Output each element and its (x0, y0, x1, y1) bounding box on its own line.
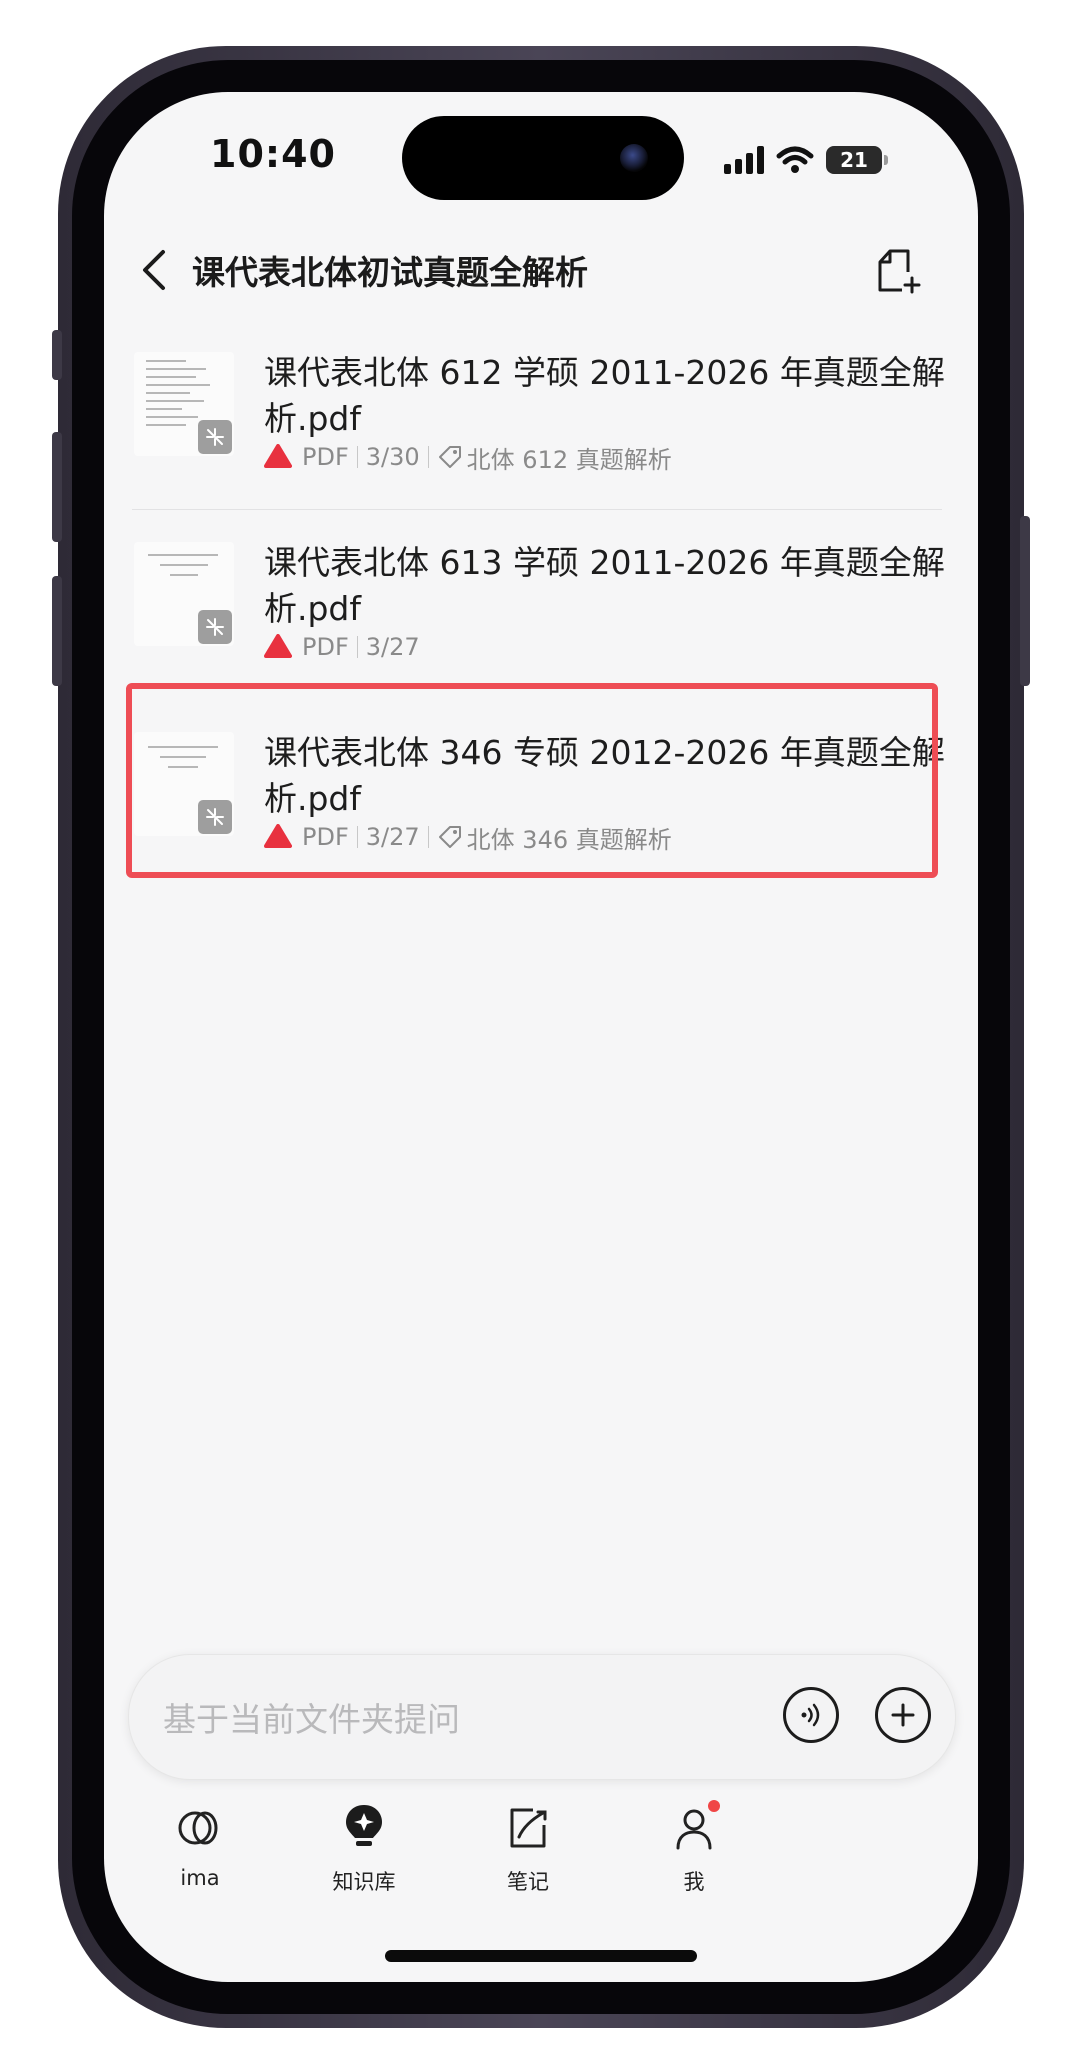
tab-label: 笔记 (507, 1870, 549, 1894)
status-icons: 21 (724, 138, 888, 182)
sparkle-off-icon (198, 420, 232, 454)
selection-highlight (126, 683, 938, 878)
sparkle-off-icon (198, 610, 232, 644)
tab-me[interactable]: 我 (634, 1798, 754, 1896)
notification-dot (708, 1800, 720, 1812)
chevron-left-icon (143, 250, 165, 290)
knowledge-bulb-icon (346, 1805, 382, 1846)
cellular-signal-icon (724, 146, 764, 174)
file-name: 课代表北体 612 学硕 2011-2026 年真题全解析.pdf (264, 353, 945, 438)
back-button[interactable] (124, 238, 184, 302)
tab-label: ima (180, 1866, 220, 1890)
home-indicator (385, 1950, 697, 1962)
file-item[interactable]: 课代表北体 613 学硕 2011-2026 年真题全解析.pdf PDF 3/… (104, 510, 978, 700)
pdf-icon (264, 634, 292, 658)
power-button (1020, 516, 1030, 686)
file-tag[interactable]: 北体 612 真题解析 (467, 440, 672, 475)
ima-logo-icon (178, 1811, 218, 1845)
volume-down-button (52, 576, 62, 686)
tab-ima[interactable]: ima (140, 1798, 260, 1890)
note-pen-icon (510, 1808, 547, 1848)
action-button (52, 330, 62, 380)
file-name: 课代表北体 613 学硕 2011-2026 年真题全解析.pdf (264, 543, 945, 628)
file-date: 3/30 (365, 443, 420, 471)
pdf-icon (264, 444, 292, 468)
voice-wave-icon (801, 1703, 820, 1727)
page-title: 课代表北体初试真题全解析 (192, 253, 588, 292)
ask-bar[interactable]: 基于当前文件夹提问 (128, 1654, 956, 1780)
file-date: 3/27 (365, 633, 420, 661)
tab-bar: ima 知识库 笔记 我 (104, 1798, 978, 1918)
dynamic-island (402, 116, 684, 200)
tab-knowledge-base[interactable]: 知识库 (304, 1798, 424, 1896)
ask-input-placeholder[interactable]: 基于当前文件夹提问 (163, 1693, 460, 1741)
tab-notes[interactable]: 笔记 (468, 1798, 588, 1896)
battery-level: 21 (840, 148, 868, 172)
volume-up-button (52, 432, 62, 542)
new-document-icon (878, 249, 921, 294)
add-button[interactable] (875, 1687, 931, 1743)
tab-label: 知识库 (332, 1870, 396, 1894)
screen: 10:40 21 课代表北体初试真题全解析 课代表北体 612 学硕 2011-… (104, 92, 978, 1982)
file-type: PDF (302, 443, 349, 471)
tag-icon (438, 446, 461, 468)
file-meta: PDF 3/27 (264, 630, 420, 664)
file-thumbnail (134, 352, 234, 456)
battery-icon: 21 (826, 146, 888, 174)
navigation-bar: 课代表北体初试真题全解析 (104, 232, 978, 312)
status-time: 10:40 (210, 132, 336, 176)
file-meta: PDF 3/30 北体 612 真题解析 (264, 440, 672, 474)
file-thumbnail (134, 542, 234, 646)
wifi-icon (776, 146, 814, 173)
file-type: PDF (302, 633, 349, 661)
tab-label: 我 (683, 1870, 705, 1894)
front-camera (620, 144, 648, 172)
voice-button[interactable] (783, 1687, 839, 1743)
new-document-button[interactable] (862, 236, 932, 306)
file-item[interactable]: 课代表北体 612 学硕 2011-2026 年真题全解析.pdf PDF 3/… (104, 320, 978, 510)
plus-icon (891, 1703, 915, 1727)
